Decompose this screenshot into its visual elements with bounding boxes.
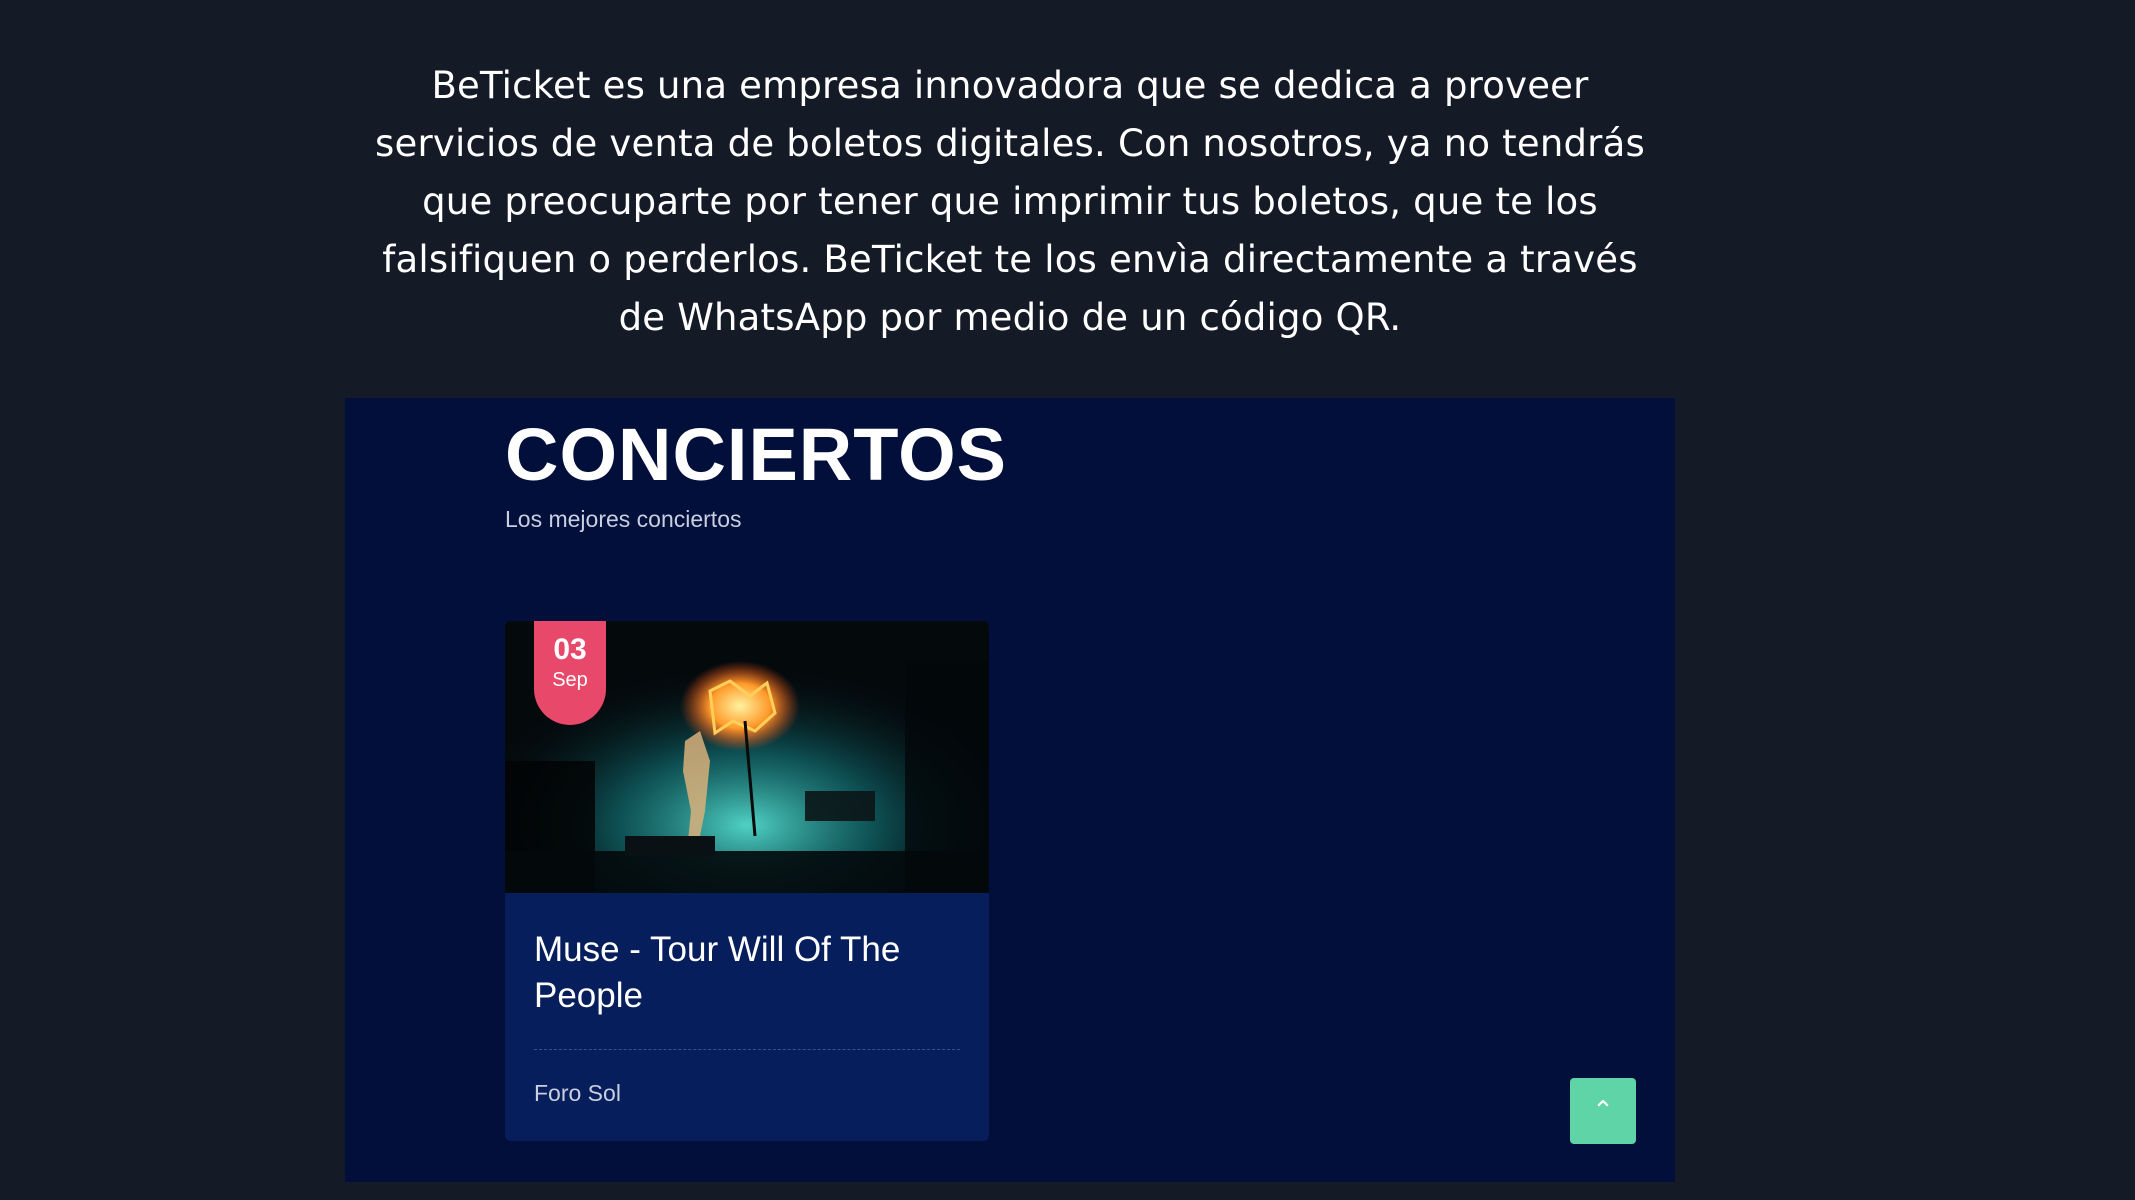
section-subtitle: Los mejores conciertos	[505, 506, 742, 532]
concerts-section: CONCIERTOS Los mejores conciertos 03 Sep…	[345, 398, 1675, 1182]
event-image[interactable]: 03 Sep	[505, 621, 989, 893]
event-card-body: Muse - Tour Will Of The People Foro Sol	[505, 893, 989, 1107]
event-card[interactable]: 03 Sep Muse - Tour Will Of The People Fo…	[505, 621, 989, 1141]
event-title[interactable]: Muse - Tour Will Of The People	[534, 927, 960, 1019]
date-badge: 03 Sep	[534, 621, 606, 725]
event-month: Sep	[552, 669, 588, 691]
scroll-to-top-button[interactable]: ⌃	[1570, 1078, 1636, 1144]
section-title: CONCIERTOS	[505, 413, 1008, 496]
intro-text: BeTicket es una empresa innovadora que s…	[375, 64, 1645, 339]
event-venue: Foro Sol	[534, 1080, 621, 1106]
card-divider	[534, 1049, 960, 1050]
chevron-up-icon: ⌃	[1592, 1096, 1614, 1126]
event-day: 03	[553, 633, 587, 666]
